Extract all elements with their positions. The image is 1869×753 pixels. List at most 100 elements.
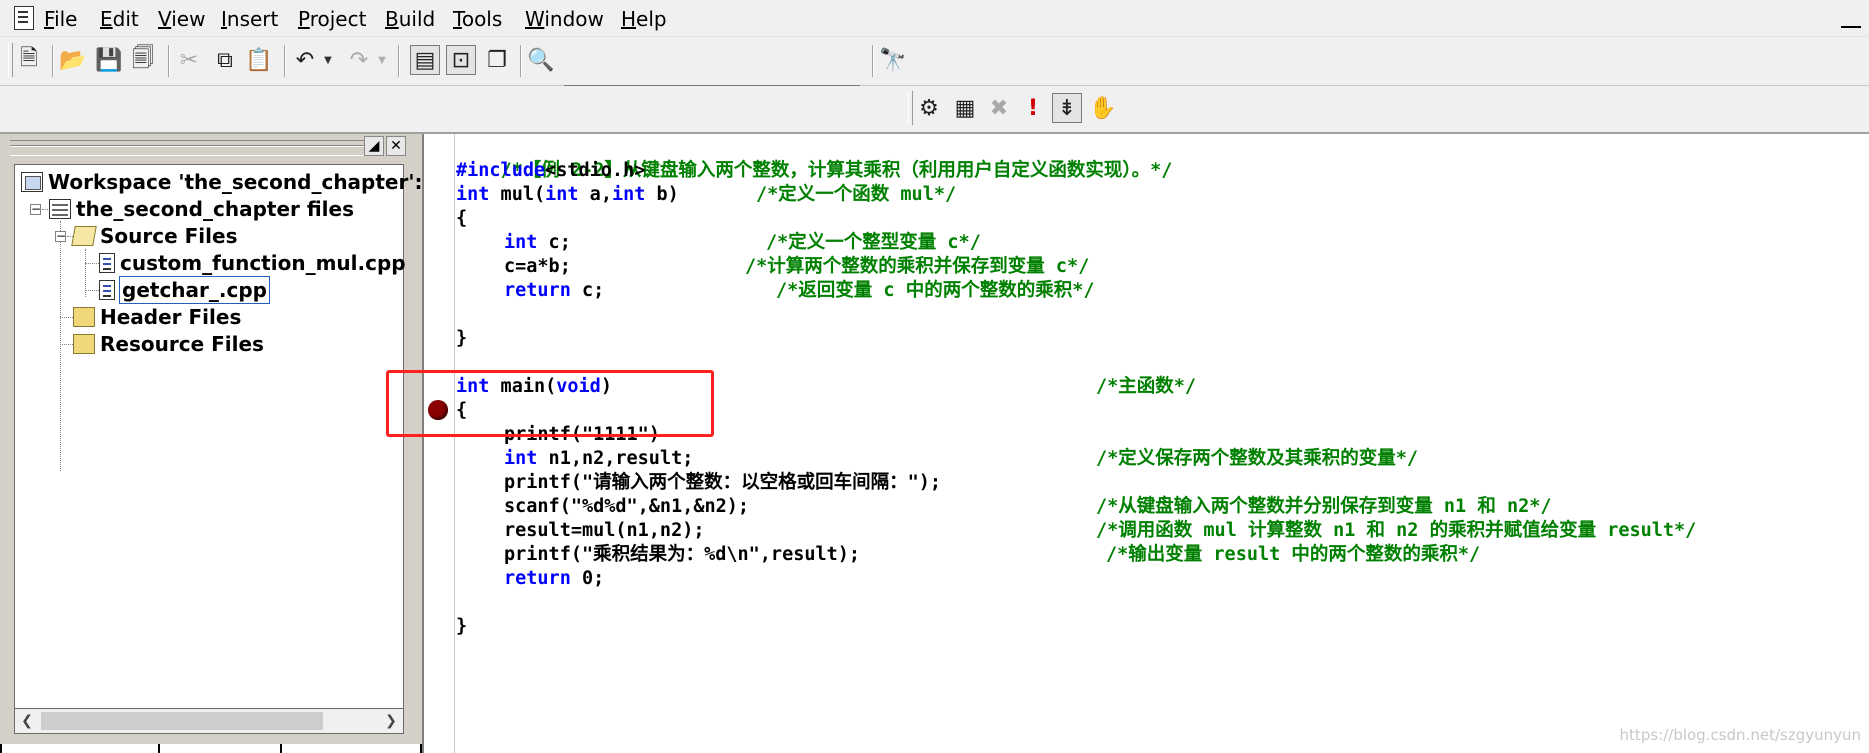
folder-icon [73,307,95,327]
scroll-right-icon[interactable]: ❯ [379,709,403,733]
menu-build[interactable]: Build [383,6,437,32]
menu-label: ools [461,7,503,31]
find-in-files-icon[interactable]: 🔍 [526,45,556,75]
scrollbar-thumb[interactable] [41,712,323,730]
new-text-file-icon[interactable]: 🗎 [14,45,44,75]
workspace-caption-grip[interactable] [10,140,370,156]
copy-icon[interactable]: ⧉ [210,45,240,75]
code-text: 0; [570,568,605,589]
toolbar-grip[interactable] [8,43,13,77]
output-window-icon[interactable]: ⊡ [446,45,476,75]
menu-project[interactable]: Project [296,6,368,32]
execute-icon[interactable]: ! [1018,93,1048,123]
code-text: c; [570,280,605,301]
save-all-icon[interactable]: 🗐 [128,45,158,75]
tree-line [42,209,48,210]
undo-dropdown-icon[interactable]: ▼ [322,45,334,75]
highlight-annotation [386,370,714,437]
toolbar-separator [52,45,54,77]
code-text: mul( [489,184,546,205]
code-keyword: int [504,232,538,253]
window-list-icon[interactable]: ❐ [482,45,512,75]
insert-remove-breakpoint-icon[interactable]: ✋ [1088,93,1118,123]
code-line: /*【例 2-2】从键盘输入两个整数，计算其乘积（利用用户自定义函数实现）。*/ [456,135,1173,181]
tree-item-source-files[interactable]: Source Files [71,223,238,249]
tree-line [85,290,99,291]
workspace-window-icon[interactable]: ▤ [410,45,440,75]
code-line: int mul(int a,int b) [456,183,679,207]
code-text: <stdio.h> [545,160,646,181]
code-keyword: #include [456,160,546,181]
code-comment: /*定义保存两个整数及其乘积的变量*/ [1096,448,1419,469]
tree-item-workspace[interactable]: Workspace 'the_second_chapter': 1 [21,169,443,195]
redo-icon[interactable]: ↷ [344,45,374,75]
workspace-tab[interactable] [0,744,160,753]
code-comment: /*主函数*/ [1096,376,1197,397]
menu-window[interactable]: Window [523,6,606,32]
code-line: printf("请输入两个整数：以空格或回车间隔："); [504,472,942,493]
code-keyword: int [611,184,646,205]
compile-icon[interactable]: ⚙ [914,93,944,123]
tree-line [60,317,73,318]
redo-dropdown-icon[interactable]: ▼ [376,45,388,75]
code-text: a, [578,184,612,205]
workspace-tabs [0,744,422,753]
undo-icon[interactable]: ↶ [290,45,320,75]
stop-build-icon[interactable]: ✖ [984,93,1014,123]
tree-item-label: Workspace 'the_second_chapter': 1 [48,170,444,194]
menu-label: iew [171,7,206,31]
maximize-pane-icon[interactable]: ◢ [364,136,384,156]
menu-label: indow [544,7,604,31]
document-icon[interactable] [14,6,34,30]
code-comment: /*调用函数 mul 计算整数 n1 和 n2 的乘积并赋值给变量 result… [1096,520,1697,541]
menu-tools[interactable]: Tools [451,6,504,32]
code-keyword: return [504,568,571,589]
code-comment: /*定义一个函数 mul*/ [756,184,957,205]
cut-icon[interactable]: ✂ [174,45,204,75]
open-icon[interactable]: 📂 [58,45,88,75]
code-line: } [456,616,468,637]
tree-line [60,221,61,471]
menu-insert[interactable]: Insert [219,6,280,32]
tree-item-file[interactable]: custom_function_mul.cpp [99,250,406,276]
collapse-icon[interactable]: − [55,230,66,242]
code-line: result=mul(n1,n2); [504,520,705,541]
tree-item-project[interactable]: the_second_chapter files [49,196,354,222]
code-editor[interactable]: /*【例 2-2】从键盘输入两个整数，计算其乘积（利用用户自定义函数实现）。*/… [422,134,1869,753]
find-icon[interactable]: 🔭 [878,45,908,75]
workspace-tab[interactable] [280,744,422,753]
menu-label: dit [112,7,139,31]
minimize-icon[interactable] [1841,8,1861,28]
watermark: https://blog.csdn.net/szgyunyun [1619,726,1861,744]
go-icon[interactable]: ⇟ [1052,93,1082,123]
tree-item-resource-files[interactable]: Resource Files [73,331,264,357]
menu-edit[interactable]: Edit [98,6,141,32]
toolbar-separator [520,45,522,77]
code-line: return 0; [504,567,604,591]
code-keyword: int [504,448,538,469]
code-line: int c; [504,231,571,255]
tree-item-file-selected[interactable]: getchar_.cpp [99,276,270,304]
menu-bar: File Edit View Insert Project Build Tool… [0,0,1869,37]
code-line: printf("乘积结果为：%d\n",result); [504,544,861,565]
menu-file[interactable]: File [42,6,79,32]
tree-item-label: Source Files [100,224,238,248]
build-icon[interactable]: ▦ [950,93,980,123]
tree-item-header-files[interactable]: Header Files [73,304,241,330]
collapse-icon[interactable]: − [30,203,41,215]
menu-label: roject [309,7,367,31]
paste-icon[interactable]: 📋 [244,45,274,75]
standard-toolbar: 🗎 📂 💾 🗐 ✂ ⧉ 📋 ↶ ▼ ↷ ▼ ▤ ⊡ ❐ 🔍 ▼ 🔭 [0,37,1869,115]
scroll-left-icon[interactable]: ❮ [15,709,39,733]
toolbar-separator [284,45,286,77]
save-icon[interactable]: 💾 [94,45,124,75]
menu-help[interactable]: Help [619,6,669,32]
project-icon [49,199,71,219]
menu-view[interactable]: View [156,6,207,32]
code-line: { [456,208,468,229]
code-comment: /*计算两个整数的乘积并保存到变量 c*/ [745,256,1090,277]
toolbar-grip[interactable] [908,91,913,125]
tree-horizontal-scrollbar[interactable]: ❮ ❯ [14,708,404,734]
editor-gutter[interactable] [424,134,455,753]
close-pane-icon[interactable]: ✕ [386,136,406,156]
